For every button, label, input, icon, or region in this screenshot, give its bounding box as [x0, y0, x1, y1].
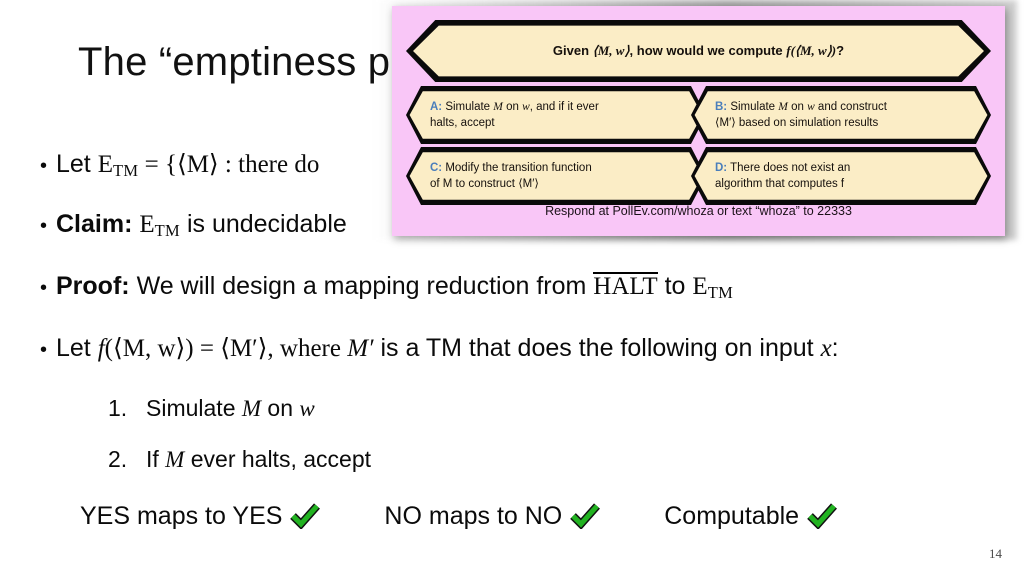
bullet-1-symbol: E	[97, 151, 113, 178]
halt-complement-symbol: HALT	[593, 272, 658, 300]
input-w-symbol: w	[299, 396, 315, 421]
bullet-3-symbol: E	[692, 273, 708, 300]
bullet-dot-icon	[40, 150, 56, 179]
poll-option-c-text: C: Modify the transition function of M to…	[406, 147, 706, 205]
bullet-dot-icon	[40, 272, 56, 301]
input-w-symbol: w	[522, 100, 530, 113]
question-math-2: f(⟨M, w⟩)	[786, 42, 837, 58]
poll-question-hexagon: Given ⟨M, w⟩, how would we compute f(⟨M,…	[406, 20, 991, 82]
bullet-4-arg: (⟨M, w⟩) = ⟨M′⟩, where	[104, 335, 348, 362]
poll-option-a[interactable]: A: Simulate M on w, and if it ever halts,…	[406, 86, 706, 144]
green-check-icon	[570, 503, 601, 530]
option-a-line1c: , and if it ever	[529, 100, 599, 113]
bullet-1-prefix: Let	[56, 150, 98, 178]
poll-option-b-text: B: Simulate M on w and construct ⟨M′⟩ bas…	[691, 86, 991, 144]
proof-label: Proof:	[56, 272, 130, 300]
poll-question-text: Given ⟨M, w⟩, how would we compute f(⟨M,…	[406, 20, 991, 82]
option-d-line2: algorithm that computes f	[715, 178, 845, 190]
option-a-line2: halts, accept	[430, 117, 495, 129]
bullet-definition: Let ETM = {⟨M⟩ : there do	[40, 150, 319, 181]
machine-m-symbol: M	[241, 396, 262, 421]
bullet-1-rest: = {⟨M⟩ : there do	[138, 151, 320, 178]
option-b-line1c: and construct	[814, 100, 887, 113]
bullet-1-subscript: TM	[112, 161, 139, 181]
machine-m-symbol: M	[165, 447, 185, 472]
list-item-text-a: Simulate	[146, 395, 242, 421]
page-title: The “emptiness p	[78, 40, 391, 84]
option-d-line1a: There does not exist an	[727, 161, 851, 174]
bullet-proof: Proof: We will design a mapping reductio…	[40, 272, 733, 303]
green-check-icon	[290, 503, 321, 530]
option-a-line1b: on	[502, 100, 523, 113]
bullet-4-prefix: Let	[56, 334, 98, 362]
question-math-1: ⟨M, w⟩	[592, 42, 630, 58]
poll-option-a-text: A: Simulate M on w, and if it ever halts,…	[406, 86, 706, 144]
list-item-number: 2.	[108, 446, 128, 472]
bullet-3-subscript: TM	[707, 283, 734, 303]
question-mid: , how would we compute	[629, 42, 787, 58]
slide-canvas: The “emptiness p Let ETM = {⟨M⟩ : there …	[0, 0, 1024, 576]
poll-option-d[interactable]: D: There does not exist an algorithm that…	[691, 147, 991, 205]
option-c-line1a: Modify the transition function	[442, 161, 592, 174]
bullet-2-subscript: TM	[154, 221, 180, 241]
machine-m-symbol: M	[778, 100, 788, 113]
numbered-steps-list: 1. Simulate M on w 2. If M ever halts, acc…	[108, 395, 371, 497]
poll-option-d-text: D: There does not exist an algorithm that…	[691, 147, 991, 205]
machine-mprime-symbol: M′	[347, 335, 374, 362]
list-item-number: 1.	[108, 395, 128, 421]
bullet-4-rest: is a TM that does the following on input	[373, 334, 821, 362]
list-item-text-a: If	[146, 446, 166, 472]
bullet-4-colon: :	[831, 334, 839, 362]
bullet-2-symbol: E	[139, 211, 155, 238]
poll-response-instructions: Respond at PollEv.com/whoza or text “who…	[545, 204, 852, 218]
proof-to-word: to	[664, 272, 686, 300]
bullet-mapping-definition: Let f(⟨M, w⟩) = ⟨M′⟩, where M′ is a TM t…	[40, 334, 839, 364]
poll-option-b[interactable]: B: Simulate M on w and construct ⟨M′⟩ bas…	[691, 86, 991, 144]
bullet-2-rest: is undecidable	[180, 210, 347, 238]
page-number: 14	[989, 546, 1002, 561]
poll-overlay-panel: Given ⟨M, w⟩, how would we compute f(⟨M,…	[392, 6, 1005, 236]
list-item: 1. Simulate M on w	[108, 395, 371, 422]
option-b-line1a: Simulate	[727, 100, 779, 113]
function-f-symbol: f	[97, 335, 105, 362]
poll-option-c[interactable]: C: Modify the transition function of M to…	[406, 147, 706, 205]
bullet-claim: Claim: ETM is undecidable	[40, 210, 347, 241]
question-pre: Given	[552, 42, 593, 58]
option-letter-a: A:	[430, 100, 443, 113]
input-x-symbol: x	[820, 335, 832, 362]
bullet-dot-icon	[40, 334, 56, 363]
option-letter-b: B:	[715, 100, 728, 113]
computable-label: Computable	[664, 502, 800, 530]
question-post: ?	[836, 42, 845, 58]
option-c-line2: of M to construct ⟨M′⟩	[430, 178, 539, 190]
option-letter-d: D:	[715, 161, 728, 174]
bullet-dot-icon	[40, 210, 56, 239]
list-item: 2. If M ever halts, accept	[108, 446, 371, 473]
proof-text: We will design a mapping reduction from	[136, 272, 587, 300]
claim-label: Claim:	[56, 210, 133, 238]
yes-maps-to-yes-label: YES maps to YES	[80, 502, 283, 530]
no-maps-to-no-label: NO maps to NO	[384, 502, 563, 530]
list-item-text-b: ever halts, accept	[184, 446, 371, 472]
input-w-symbol: w	[807, 100, 815, 113]
green-check-icon	[807, 503, 838, 530]
option-b-line2: ⟨M′⟩ based on simulation results	[715, 117, 879, 129]
option-letter-c: C:	[430, 161, 443, 174]
machine-m-symbol: M	[493, 100, 503, 113]
option-b-line1b: on	[787, 100, 808, 113]
option-a-line1a: Simulate	[442, 100, 494, 113]
mapping-reduction-conditions-row: YES maps to YES NO maps to NO Computable	[80, 502, 838, 531]
list-item-text-b: on	[261, 395, 300, 421]
